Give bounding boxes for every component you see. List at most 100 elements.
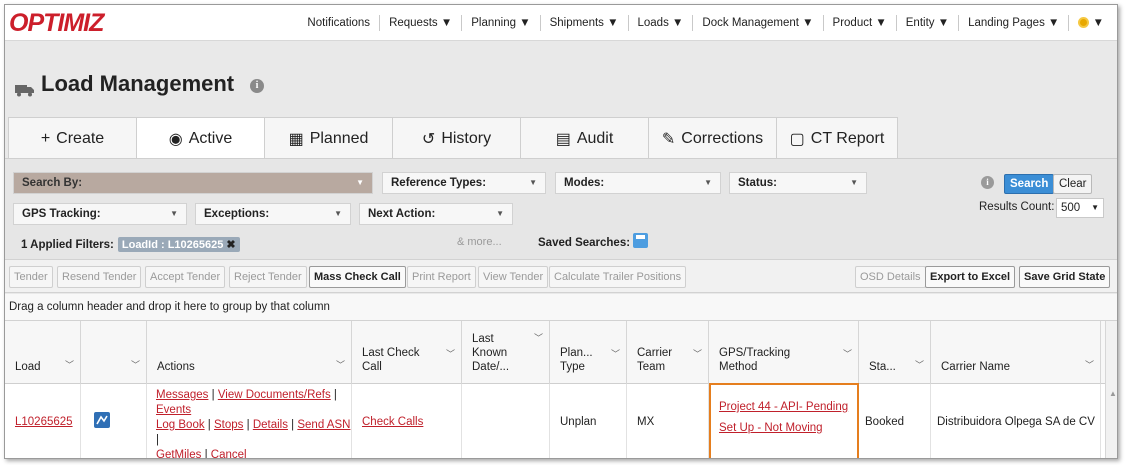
col-header-status[interactable]: Sta... ﹀ [859, 321, 931, 384]
chevron-down-icon[interactable]: ﹀ [693, 347, 702, 361]
reference-types-dropdown[interactable]: Reference Types: ▼ [382, 172, 546, 194]
settings-caret: ▼ [1092, 17, 1104, 29]
scroll-up-icon[interactable]: ▲ [1109, 389, 1117, 398]
group-drop-zone[interactable]: Drag a column header and drop it here to… [5, 294, 1117, 321]
tab-planned[interactable]: ▦ Planned [264, 117, 393, 159]
table-row: L10265625 Messages | View Documents/Refs… [5, 384, 1105, 458]
circle-dot-icon: ◉ [168, 130, 183, 148]
col-header-carrier-name[interactable]: Carrier Name ﹀ [931, 321, 1101, 384]
chevron-down-icon[interactable]: ﹀ [446, 347, 455, 361]
view-documents-link[interactable]: View Documents/Refs [218, 389, 331, 401]
close-icon[interactable]: ✖ [226, 239, 235, 251]
col-header-carrier-team[interactable]: Carrier Team ﹀ [627, 321, 709, 384]
more-filters-link[interactable]: & more... [457, 236, 502, 248]
loads-grid: Load ﹀ ﹀ Actions ﹀ Last Check Call ﹀ Last Kno… [5, 321, 1105, 458]
calculate-trailer-positions-button[interactable]: Calculate Trailer Positions [549, 266, 687, 288]
info-icon[interactable]: i [250, 79, 264, 93]
applied-filter-chip[interactable]: LoadId : L10265625 ✖ [117, 237, 240, 252]
log-book-link[interactable]: Log Book [156, 419, 205, 431]
nav-shipments[interactable]: Shipments ▼ [539, 15, 628, 31]
nav-landing-pages[interactable]: Landing Pages ▼ [958, 15, 1068, 31]
dropdown-caret-icon: ▼ [170, 209, 178, 218]
dropdown-caret-icon: ▼ [1091, 203, 1099, 212]
mass-check-call-button[interactable]: Mass Check Call [309, 266, 406, 288]
tab-active[interactable]: ◉ Active [136, 117, 265, 159]
messages-link[interactable]: Messages [156, 389, 208, 401]
save-icon[interactable] [633, 233, 648, 248]
tracking-map-icon[interactable] [94, 412, 110, 428]
getmiles-link[interactable]: GetMiles [156, 449, 201, 458]
nav-product[interactable]: Product ▼ [822, 15, 896, 31]
page-title: Load Management [41, 71, 235, 96]
app-window: OPTIMIZ Notifications Requests ▼ Plannin… [4, 4, 1118, 459]
view-tender-button[interactable]: View Tender [478, 266, 549, 288]
tab-audit[interactable]: ▤ Audit [520, 117, 649, 159]
events-link[interactable]: Events [156, 404, 191, 416]
applied-filters-label: 1 Applied Filters: LoadId : L10265625 ✖ [21, 237, 240, 252]
tab-corrections[interactable]: ✎ Corrections [648, 117, 777, 159]
cancel-link[interactable]: Cancel [211, 449, 247, 458]
nav-planning[interactable]: Planning ▼ [461, 15, 539, 31]
nav-loads[interactable]: Loads ▼ [627, 15, 693, 31]
col-header-last-check-call[interactable]: Last Check Call ﹀ [352, 321, 462, 384]
export-to-excel-button[interactable]: Export to Excel [925, 266, 1016, 288]
chevron-down-icon[interactable]: ﹀ [336, 358, 345, 372]
cell-load: L10265625 [5, 384, 81, 458]
chevron-down-icon[interactable]: ﹀ [131, 358, 140, 372]
dropdown-caret-icon: ▼ [356, 178, 364, 187]
dropdown-caret-icon: ▼ [850, 178, 858, 187]
print-report-button[interactable]: Print Report [407, 266, 476, 288]
chevron-down-icon[interactable]: ﹀ [915, 358, 924, 372]
nav-notifications[interactable]: Notifications [298, 15, 379, 31]
results-count-select[interactable]: 500 ▼ [1056, 198, 1104, 218]
modes-dropdown[interactable]: Modes: ▼ [555, 172, 721, 194]
nav-requests[interactable]: Requests ▼ [379, 15, 461, 31]
exceptions-dropdown[interactable]: Exceptions: ▼ [195, 203, 351, 225]
top-navigation: OPTIMIZ Notifications Requests ▼ Plannin… [5, 5, 1117, 41]
col-header-load[interactable]: Load ﹀ [5, 321, 81, 384]
tab-ct-report[interactable]: ▢ CT Report [776, 117, 898, 159]
tender-button[interactable]: Tender [9, 266, 53, 288]
tab-history[interactable]: ↺ History [392, 117, 521, 159]
gps-cell-highlight [709, 383, 859, 458]
chevron-down-icon[interactable]: ﹀ [534, 331, 543, 345]
col-header-actions[interactable]: Actions ﹀ [147, 321, 352, 384]
check-calls-link[interactable]: Check Calls [362, 416, 423, 428]
nav-settings[interactable]: ▼ [1068, 15, 1113, 31]
search-button[interactable]: Search [1004, 174, 1055, 194]
truck-icon [15, 85, 34, 97]
clear-button[interactable]: Clear [1053, 174, 1093, 194]
osd-details-button[interactable]: OSD Details [855, 266, 926, 288]
gps-tracking-dropdown[interactable]: GPS Tracking: ▼ [13, 203, 187, 225]
tab-create[interactable]: + Create [8, 117, 137, 159]
col-header-gps-tracking-method[interactable]: GPS/Tracking Method ﹀ [709, 321, 859, 384]
chevron-down-icon[interactable]: ﹀ [1085, 358, 1094, 372]
cell-plan-type: Unplan [550, 384, 627, 458]
load-link[interactable]: L10265625 [15, 416, 73, 428]
cell-last-check-call: Check Calls [352, 384, 462, 458]
next-action-dropdown[interactable]: Next Action: ▼ [359, 203, 513, 225]
grid-scrollbar[interactable]: ▲ [1105, 321, 1117, 458]
info-icon[interactable]: i [981, 176, 994, 189]
nav-entity[interactable]: Entity ▼ [895, 15, 958, 31]
chevron-down-icon[interactable]: ﹀ [611, 347, 620, 361]
chevron-down-icon[interactable]: ﹀ [843, 347, 852, 361]
details-link[interactable]: Details [253, 419, 288, 431]
chevron-down-icon[interactable]: ﹀ [65, 358, 74, 372]
cell-carrier-team: MX [627, 384, 709, 458]
search-by-dropdown[interactable]: Search By: ▼ [13, 172, 373, 194]
calendar-icon: ▦ [288, 130, 304, 148]
col-header-icon[interactable]: ﹀ [81, 321, 147, 384]
save-grid-state-button[interactable]: Save Grid State [1019, 266, 1111, 288]
status-dropdown[interactable]: Status: ▼ [729, 172, 867, 194]
dropdown-caret-icon: ▼ [704, 178, 712, 187]
optimiz-logo[interactable]: OPTIMIZ [9, 9, 104, 38]
resend-tender-button[interactable]: Resend Tender [57, 266, 142, 288]
col-header-plan-type[interactable]: Plan... Type ﹀ [550, 321, 627, 384]
stops-link[interactable]: Stops [214, 419, 243, 431]
col-header-last-known-date[interactable]: Last Known Date/... ﹀ [462, 321, 550, 384]
nav-dock-management[interactable]: Dock Management ▼ [692, 15, 822, 31]
reject-tender-button[interactable]: Reject Tender [229, 266, 307, 288]
accept-tender-button[interactable]: Accept Tender [145, 266, 226, 288]
send-asn-link[interactable]: Send ASN [297, 419, 350, 431]
